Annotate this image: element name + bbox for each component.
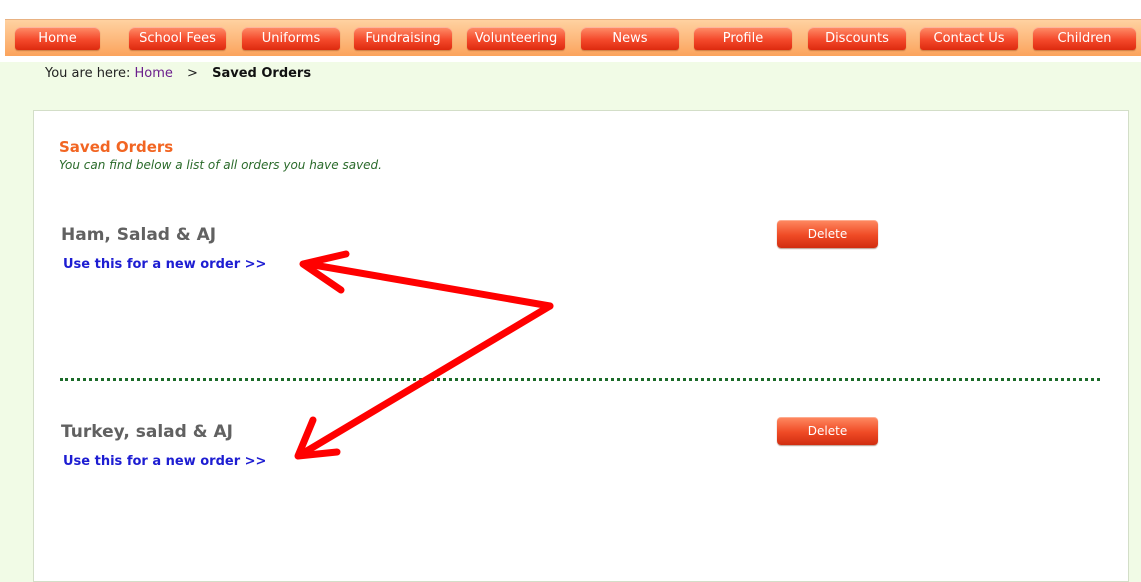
nav-item-contact-us[interactable]: Contact Us <box>920 27 1018 50</box>
order-name: Ham, Salad & AJ <box>61 225 217 245</box>
order-name: Turkey, salad & AJ <box>61 422 233 442</box>
breadcrumb-current: Saved Orders <box>212 66 312 81</box>
nav-item-volunteering[interactable]: Volunteering <box>467 27 565 50</box>
breadcrumb-prefix: You are here: <box>45 66 131 81</box>
use-order-link[interactable]: Use this for a new order >> <box>63 257 266 272</box>
breadcrumb: You are here: Home > Saved Orders <box>45 66 311 81</box>
nav-item-uniforms[interactable]: Uniforms <box>242 27 340 50</box>
delete-button[interactable]: Delete <box>777 417 878 445</box>
use-order-link[interactable]: Use this for a new order >> <box>63 454 266 469</box>
nav-item-discounts[interactable]: Discounts <box>808 27 906 50</box>
breadcrumb-separator: > <box>187 66 198 81</box>
breadcrumb-home-link[interactable]: Home <box>135 66 173 81</box>
top-navigation: Home School Fees Uniforms Fundraising Vo… <box>0 0 1141 62</box>
saved-orders-panel <box>33 110 1129 582</box>
nav-item-home[interactable]: Home <box>15 27 100 50</box>
nav-item-fundraising[interactable]: Fundraising <box>354 27 452 50</box>
nav-item-profile[interactable]: Profile <box>694 27 792 50</box>
nav-strip: Home School Fees Uniforms Fundraising Vo… <box>5 19 1141 56</box>
nav-item-news[interactable]: News <box>581 27 679 50</box>
order-divider <box>60 378 1100 381</box>
delete-button[interactable]: Delete <box>777 220 878 248</box>
page-subtitle: You can find below a list of all orders … <box>59 158 382 172</box>
nav-item-children[interactable]: Children <box>1033 27 1136 50</box>
page-title: Saved Orders <box>59 138 174 156</box>
nav-item-school-fees[interactable]: School Fees <box>129 27 226 50</box>
